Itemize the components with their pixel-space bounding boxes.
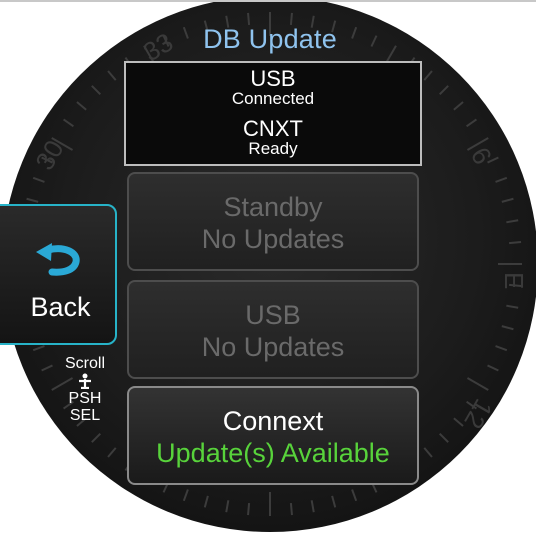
connext-update-button[interactable]: Connext Update(s) Available <box>127 386 419 485</box>
compass-label-e: E <box>499 272 529 289</box>
knob-push-label: PSH <box>68 390 102 407</box>
back-label: Back <box>30 292 91 322</box>
compass-tick <box>247 502 251 516</box>
knob-scroll-label: Scroll <box>64 355 105 372</box>
usb-label: USB <box>250 66 296 91</box>
usb-update-button[interactable]: USB No Updates <box>127 280 419 379</box>
cnxt-state: Ready <box>248 139 298 158</box>
page-title: DB Update <box>203 24 337 54</box>
usb-option-status: No Updates <box>201 332 345 362</box>
knob-hint: Scroll PSH SEL <box>50 355 120 424</box>
usb-state: Connected <box>231 89 315 108</box>
usb-option-label: USB <box>245 300 301 330</box>
cnxt-label: CNXT <box>243 116 303 141</box>
compass-tick <box>508 241 522 245</box>
standby-option-label: Standby <box>223 192 323 222</box>
standby-option-status: No Updates <box>201 224 345 254</box>
knob-select-label: SEL <box>69 407 101 424</box>
back-button[interactable]: Back <box>0 204 117 345</box>
knob-icon <box>79 373 91 389</box>
back-arrow-icon <box>36 243 80 276</box>
connext-option-label: Connext <box>222 406 324 436</box>
connection-status-panel: USB Connected CNXT Ready <box>124 61 422 166</box>
compass-tick <box>289 502 293 516</box>
standby-update-button[interactable]: Standby No Updates <box>127 172 419 271</box>
connext-option-status: Update(s) Available <box>156 438 390 468</box>
